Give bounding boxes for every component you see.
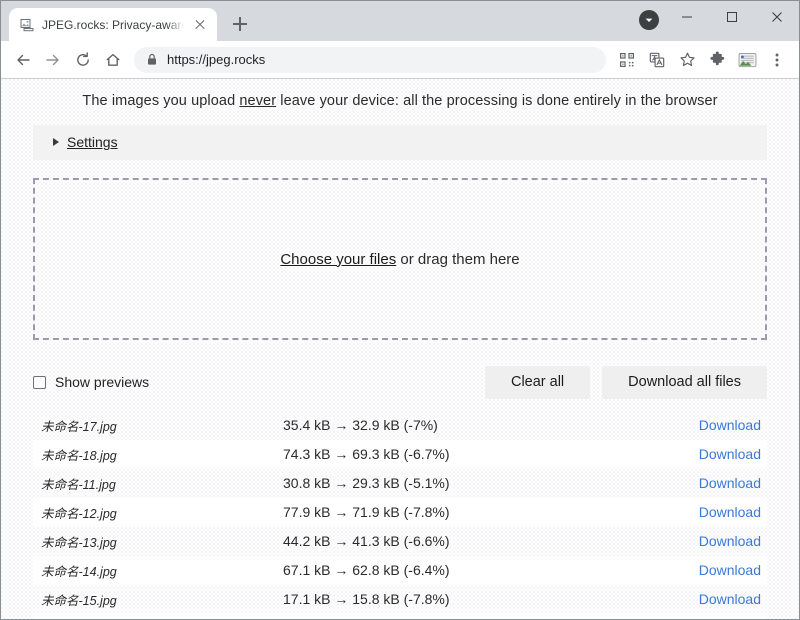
maximize-icon [726,11,737,22]
close-window-button[interactable] [754,1,799,32]
file-name: 未命名-11.jpg [41,477,116,492]
show-previews-toggle[interactable]: Show previews [33,374,149,390]
padlock-icon [148,53,156,65]
triangle-right-icon [53,138,59,146]
account-avatar-button[interactable] [733,46,761,74]
settings-disclosure[interactable]: Settings [33,125,767,160]
tab-close-icon[interactable] [191,16,209,34]
table-row: 未命名-16.jpg29.2 kB → 27.4 kB (-6.2%)Downl… [33,613,767,620]
file-size-summary: 67.1 kB → 62.8 kB (-6.4%) [283,562,450,578]
download-link[interactable]: Download [651,533,761,549]
home-icon [106,53,120,66]
file-name: 未命名-15.jpg [41,593,117,608]
file-size-summary: 35.4 kB → 32.9 kB (-7%) [283,417,438,433]
dropzone-text: Choose your files or drag them here [280,251,519,268]
bulk-action-buttons: Clear all Download all files [484,366,767,399]
close-icon [771,11,782,22]
file-name: 未命名-14.jpg [41,564,117,579]
browser-toolbar: https://jpeg.rocks [1,41,799,79]
three-dot-menu-icon [775,53,779,66]
file-name: 未命名-12.jpg [41,506,117,521]
file-name: 未命名-13.jpg [41,535,117,550]
browser-tab[interactable]: JPEG.rocks: Privacy-aware JPEG [9,8,217,41]
settings-summary[interactable]: Settings [53,134,118,150]
reload-button[interactable] [69,46,97,74]
image-file-icon [20,18,34,31]
toolbar-right-icons [613,46,791,74]
show-previews-label: Show previews [55,374,150,391]
download-link[interactable]: Download [651,504,761,520]
privacy-tagline: The images you upload never leave your d… [33,79,767,125]
address-bar-url: https://jpeg.rocks [167,52,266,67]
actions-row: Show previews Clear all Download all fil… [33,366,767,399]
table-row: 未命名-14.jpg 67.1 kB → 62.8 kB (-6.4%) Downl… [33,555,767,585]
address-bar[interactable]: https://jpeg.rocks [134,46,606,73]
chrome-menu-button[interactable] [763,46,791,74]
profile-avatar-icon[interactable] [639,10,659,30]
maximize-button[interactable] [709,1,754,32]
download-link[interactable]: Download [651,562,761,578]
translate-button[interactable] [643,46,671,74]
download-all-files-button[interactable]: Download all files [602,366,767,399]
download-link[interactable]: Download [651,446,761,462]
file-size-summary: 77.9 kB → 71.9 kB (-7.8%) [283,504,450,520]
settings-label: Settings [67,134,118,150]
file-name: 未命名-16.jpg [41,619,251,620]
account-avatar-icon [738,52,756,67]
file-size-summary: 30.8 kB → 29.3 kB (-5.1%) [283,475,450,491]
translate-icon [649,52,665,67]
back-button[interactable] [9,46,37,74]
file-list: 未命名-17.jpg 35.4 kB → 32.9 kB (-7%) Downloa… [33,411,767,620]
page-viewport: The images you upload never leave your d… [1,79,799,619]
minimize-button[interactable] [664,1,709,32]
extensions-button[interactable] [703,46,731,74]
download-link[interactable]: Download [651,475,761,491]
minimize-icon [681,16,692,17]
tagline-before: The images you upload [82,93,240,109]
dropzone-hint: or drag them here [396,250,520,268]
puzzle-extensions-icon [709,51,724,66]
tagline-after: leave your device: all the processing is… [276,93,718,109]
clear-all-button[interactable]: Clear all [484,366,591,399]
forward-arrow-icon [46,54,59,65]
forward-button[interactable] [39,46,67,74]
bookmark-button[interactable] [673,46,701,74]
file-size-summary: 74.3 kB → 69.3 kB (-6.7%) [283,446,450,462]
choose-files-link[interactable]: Choose your files [280,251,396,268]
file-dropzone[interactable]: Choose your files or drag them here [33,178,767,340]
table-row: 未命名-12.jpg 77.9 kB → 71.9 kB (-7.8%) Downl… [33,497,767,527]
qr-code-icon [620,52,635,67]
star-bookmark-icon [679,52,695,67]
qr-code-button[interactable] [613,46,641,74]
tagline-emphasis: never [239,93,277,109]
window-controls [664,1,799,32]
browser-window: JPEG.rocks: Privacy-aware JPEG [0,0,800,620]
file-name: 未命名-18.jpg [41,448,117,463]
file-size-summary: 44.2 kB → 41.3 kB (-6.6%) [283,533,450,549]
new-tab-button[interactable] [226,10,254,38]
download-link[interactable]: Download [651,417,761,433]
file-size-summary: 17.1 kB → 15.8 kB (-7.8%) [283,591,450,607]
tab-strip: JPEG.rocks: Privacy-aware JPEG [1,1,799,41]
table-row: 未命名-13.jpg 44.2 kB → 41.3 kB (-6.6%) Downl… [33,527,767,556]
back-arrow-icon [17,54,30,65]
tab-title: JPEG.rocks: Privacy-aware JPEG [42,17,184,32]
home-button[interactable] [99,46,127,74]
table-row: 未命名-18.jpg 74.3 kB → 69.3 kB (-6.7%) Downl… [33,439,767,469]
reload-icon [77,51,89,66]
table-row: 未命名-11.jpg 30.8 kB → 29.3 kB (-5.1%) Downl… [33,469,767,498]
table-row: 未命名-17.jpg 35.4 kB → 32.9 kB (-7%) Downloa… [33,411,767,440]
checkbox-unchecked-icon[interactable] [33,375,46,389]
download-link[interactable]: Download [651,591,761,607]
table-row: 未命名-15.jpg 17.1 kB → 15.8 kB (-7.8%) Downl… [33,585,767,614]
file-name: 未命名-17.jpg [41,419,117,434]
